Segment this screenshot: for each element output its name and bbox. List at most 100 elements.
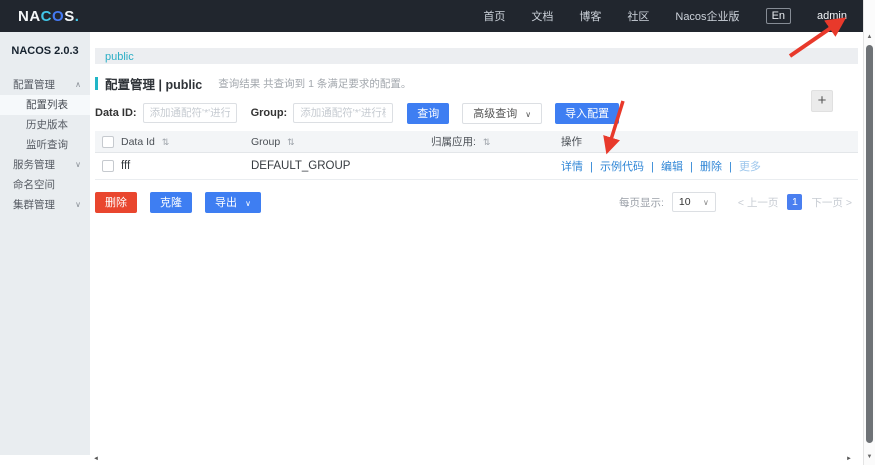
cell-data-id: fff (121, 160, 131, 172)
cell-operations: 详情 | 示例代码 | 编辑 | 删除 | 更多 (561, 158, 858, 174)
row-checkbox[interactable] (102, 160, 114, 172)
action-sample-code-link[interactable]: 示例代码 (600, 161, 644, 173)
header-group: Group ⇅ (251, 136, 431, 148)
query-result-summary: 查询结果 共查询到 1 条满足要求的配置。 (218, 78, 412, 90)
chevron-down-icon: ∨ (245, 199, 251, 208)
data-id-label: Data ID: (95, 107, 137, 119)
action-more-link[interactable]: 更多 (739, 161, 761, 173)
scroll-right-arrow-icon[interactable]: ► (846, 456, 852, 462)
action-edit-link[interactable]: 编辑 (661, 161, 683, 173)
header-operations: 操作 (561, 134, 858, 149)
header-data-id: Data Id ⇅ (121, 136, 251, 148)
action-delete-link[interactable]: 删除 (700, 161, 722, 173)
sidebar-item-label: 配置管理 (13, 79, 55, 91)
scroll-up-arrow-icon[interactable]: ▲ (864, 34, 875, 40)
namespace-tab-bar: public (95, 48, 858, 64)
table-row: fff DEFAULT_GROUP 详情 | 示例代码 | 编辑 | 删除 | … (95, 153, 858, 180)
nav-docs[interactable]: 文档 (531, 8, 553, 24)
clone-button[interactable]: 克隆 (150, 191, 192, 213)
sidebar-item-namespace[interactable]: 命名空间 (0, 175, 90, 195)
advanced-query-label: 高级查询 (473, 108, 518, 120)
logo-part: NA (18, 7, 41, 25)
sidebar: NACOS 2.0.3 配置管理 ∧ 配置列表 历史版本 监听查询 服务管理 ∨… (0, 32, 90, 455)
header-label: 归属应用: (431, 136, 476, 148)
action-separator: | (729, 161, 732, 173)
group-input[interactable] (293, 103, 394, 123)
sidebar-item-service-management[interactable]: 服务管理 ∨ (0, 155, 90, 175)
header-checkbox-cell (95, 135, 121, 148)
nav-community[interactable]: 社区 (627, 8, 649, 24)
chevron-down-icon: ∨ (525, 110, 532, 119)
angle-right-icon: > (845, 196, 852, 209)
header-application: 归属应用: ⇅ (431, 134, 561, 149)
nav-blog[interactable]: 博客 (579, 8, 601, 24)
sidebar-menu: 配置管理 ∧ 配置列表 历史版本 监听查询 服务管理 ∨ 命名空间 集群管理 ∨ (0, 75, 90, 215)
advanced-query-button[interactable]: 高级查询 ∨ (462, 102, 543, 124)
chevron-down-icon: ∨ (703, 197, 709, 207)
scroll-left-arrow-icon[interactable]: ◄ (93, 456, 99, 462)
chevron-up-icon: ∧ (75, 80, 81, 89)
sort-icon[interactable]: ⇅ (162, 137, 170, 147)
prev-label: 上一页 (746, 196, 779, 209)
vertical-scrollbar-thumb[interactable] (866, 45, 873, 443)
action-separator: | (690, 161, 693, 173)
sidebar-item-config-management[interactable]: 配置管理 ∧ (0, 75, 90, 95)
sidebar-item-label: 集群管理 (13, 199, 55, 211)
data-id-input[interactable] (142, 103, 237, 123)
page-size-select[interactable]: 10 ∨ (671, 192, 716, 212)
pager: < 上一页 1 下一页 > (738, 194, 852, 210)
row-checkbox-cell (95, 160, 121, 172)
sidebar-item-config-list[interactable]: 配置列表 (0, 95, 90, 115)
table-header-row: Data Id ⇅ Group ⇅ 归属应用: ⇅ 操作 (95, 131, 858, 153)
add-config-button[interactable]: + (811, 90, 833, 112)
scroll-down-arrow-icon[interactable]: ▼ (864, 454, 875, 460)
footer-toolbar: 删除 克隆 导出 ∨ 每页显示: 10 ∨ < 上一页 1 下一页 > (95, 191, 858, 213)
sidebar-item-label: 服务管理 (13, 159, 55, 171)
action-separator: | (651, 161, 654, 173)
config-table: Data Id ⇅ Group ⇅ 归属应用: ⇅ 操作 fff DEFAULT… (95, 131, 858, 180)
next-page-button[interactable]: 下一页 > (811, 195, 852, 210)
action-separator: | (590, 161, 593, 173)
page-title: 配置管理 | public (105, 78, 203, 92)
query-button[interactable]: 查询 (407, 102, 450, 124)
nav-enterprise[interactable]: Nacos企业版 (675, 8, 739, 24)
logo-part: . (74, 7, 80, 25)
sidebar-version-title: NACOS 2.0.3 (11, 45, 79, 57)
next-label: 下一页 (811, 196, 843, 209)
page-number-1[interactable]: 1 (787, 194, 803, 210)
nacos-logo[interactable]: NACOS. (18, 8, 79, 25)
sidebar-item-history-versions[interactable]: 历史版本 (0, 115, 90, 135)
prev-page-button[interactable]: < 上一页 (738, 195, 779, 210)
header-label: Data Id (121, 135, 155, 148)
page-header: 配置管理 | public 查询结果 共查询到 1 条满足要求的配置。 (95, 74, 858, 93)
delete-button[interactable]: 删除 (95, 191, 137, 213)
page-size-value: 10 (678, 196, 691, 208)
horizontal-scrollbar[interactable]: ◄ ► (0, 455, 863, 465)
title-accent-bar (95, 77, 98, 90)
sort-icon[interactable]: ⇅ (483, 137, 491, 147)
sort-icon[interactable]: ⇅ (287, 137, 295, 147)
top-header: NACOS. 首页 文档 博客 社区 Nacos企业版 En admin (0, 0, 863, 32)
export-label: 导出 (215, 197, 237, 209)
page-size-label: 每页显示: (618, 196, 664, 209)
action-details-link[interactable]: 详情 (561, 161, 583, 173)
logo-part: O (52, 7, 65, 25)
import-config-button[interactable]: 导入配置 (555, 102, 620, 124)
header-label: 操作 (561, 136, 582, 148)
select-all-checkbox[interactable] (102, 135, 114, 148)
nav-home[interactable]: 首页 (483, 8, 505, 24)
namespace-tab-public[interactable]: public (105, 51, 134, 63)
chevron-down-icon: ∨ (75, 200, 81, 209)
language-toggle[interactable]: En (765, 8, 792, 24)
cell-group: DEFAULT_GROUP (251, 160, 351, 172)
group-label: Group: (250, 107, 288, 119)
export-button[interactable]: 导出 ∨ (205, 191, 261, 213)
sidebar-item-cluster-management[interactable]: 集群管理 ∨ (0, 195, 90, 215)
sidebar-item-listening-query[interactable]: 监听查询 (0, 135, 90, 155)
vertical-scrollbar[interactable]: ▲ ▼ (863, 0, 875, 465)
pagination: 每页显示: 10 ∨ < 上一页 1 下一页 > (619, 192, 858, 212)
user-menu[interactable]: admin (817, 10, 847, 22)
nacos-console: NACOS. 首页 文档 博客 社区 Nacos企业版 En admin NAC… (0, 0, 875, 465)
header-label: Group (251, 135, 281, 148)
top-nav: 首页 文档 博客 社区 Nacos企业版 En admin (483, 8, 863, 24)
